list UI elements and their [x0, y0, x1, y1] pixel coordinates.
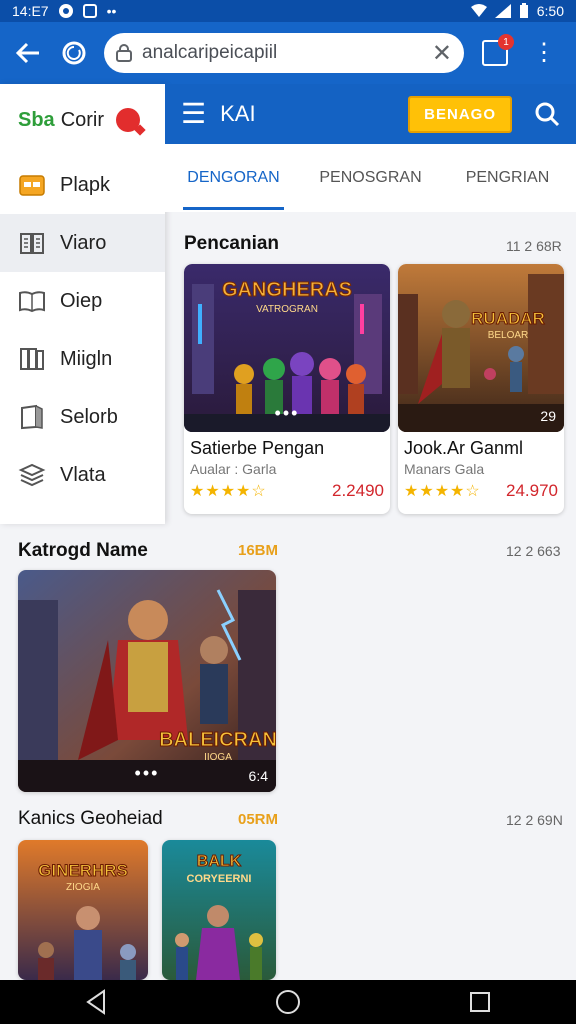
wifi-icon	[470, 4, 487, 17]
sidebar-item-label: Miigln	[60, 347, 113, 370]
thumb-subtitle: ZIOGIA	[66, 882, 100, 893]
system-nav-bar	[0, 980, 576, 1024]
card-price: 2.2490	[332, 481, 384, 500]
header-action-button[interactable]: BENAGO	[408, 95, 512, 133]
tabs-count-badge: 1	[498, 34, 514, 50]
browser-toolbar: analcaripeicapiil ✕ 1 ⋮	[0, 22, 576, 84]
stack-icon	[18, 462, 46, 488]
notification-square-icon	[82, 4, 97, 18]
home-nav-icon[interactable]	[258, 980, 318, 1024]
url-text[interactable]: analcaripeicapiil	[142, 42, 432, 64]
tab-bar: DENGORAN PENOSGRAN PENGRIAN	[165, 144, 576, 212]
search-icon[interactable]	[534, 101, 560, 127]
section-size: 16BM	[238, 542, 279, 559]
notification-dot-icon	[58, 4, 73, 18]
sidebar-item-oiep[interactable]: Oiep	[0, 272, 165, 330]
sidebar-item-vlata[interactable]: Vlata	[0, 446, 165, 504]
more-notifications-icon: ••	[106, 3, 117, 19]
thumb-subtitle: VATROGRAN	[256, 304, 318, 315]
sidebar-item-viaro[interactable]: Viaro	[0, 214, 165, 272]
sidebar-item-label: Oiep	[60, 289, 103, 312]
clear-url-icon[interactable]: ✕	[432, 39, 452, 68]
screen: 14:E7 •• 6:50 analcaripeicapiil ✕ 1 ⋮ Sb…	[0, 0, 576, 1024]
rating-stars-icon: ★★★★☆	[404, 483, 481, 500]
featured-artwork: BALEICRAN IIOGA	[18, 570, 276, 792]
lock-icon	[116, 44, 132, 62]
status-clock: 6:50	[536, 3, 564, 19]
section-meta: 12 2 69N	[506, 812, 563, 828]
thumb-subtitle: IIOGA	[204, 752, 232, 763]
game-card[interactable]: GANGHERAS VATROGRAN ••• Satierbe Pengan …	[184, 264, 390, 514]
section-title: Kanics Geoheiad	[18, 808, 163, 829]
thumb-title: GINERHRS	[38, 861, 128, 880]
sidebar-item-label: Selorb	[60, 405, 118, 428]
more-options-icon[interactable]: •••	[135, 763, 160, 784]
brand-text-left: Sba	[18, 108, 55, 131]
back-nav-icon[interactable]	[66, 980, 126, 1024]
sidebar-item-label: Viaro	[60, 231, 107, 254]
sidebar-item-label: Plapk	[60, 173, 111, 196]
duration-badge: 6:4	[248, 768, 268, 784]
thumb-subtitle: BELOAR	[488, 330, 529, 341]
section-meta: 12 2 663	[506, 543, 561, 559]
thumb-title: GANGHERAS	[222, 279, 352, 301]
recents-nav-icon[interactable]	[450, 980, 510, 1024]
status-time: 14:E7	[12, 3, 49, 19]
book-icon	[18, 346, 46, 372]
app-bar: ☰ KAI BENAGO	[165, 84, 576, 144]
featured-thumbnail[interactable]: BALEICRAN IIOGA ••• 6:4	[18, 570, 276, 792]
card-title: Jook.Ar Ganml	[404, 438, 524, 458]
hamburger-menu-icon[interactable]: ☰	[181, 100, 206, 128]
sidebar-item-plapk[interactable]: Plapk	[0, 156, 165, 214]
app-title: KAI	[220, 101, 256, 126]
book-icon	[18, 404, 46, 430]
sidebar-item-label: Vlata	[60, 463, 106, 486]
section-meta: 11 2 68R	[506, 238, 562, 254]
address-bar[interactable]: analcaripeicapiil ✕	[104, 33, 464, 73]
sidebar-item-miigln[interactable]: Miigln	[0, 330, 165, 388]
status-bar: 14:E7 •• 6:50	[0, 0, 576, 22]
game-thumbnail[interactable]: RUADAR BELOAR 29	[398, 264, 564, 432]
folder-icon	[18, 172, 46, 198]
rating-stars-icon: ★★★★☆	[190, 483, 267, 500]
back-arrow-icon[interactable]	[12, 37, 44, 69]
card-subtitle: Manars Gala	[404, 461, 485, 477]
book-open-icon	[18, 288, 46, 314]
sidebar-item-selorb[interactable]: Selorb	[0, 388, 165, 446]
thumb-title: BALEICRAN	[159, 729, 276, 751]
signal-icon	[494, 4, 511, 18]
brand-logo-icon	[116, 108, 141, 132]
thumb-title: BALK	[197, 853, 242, 870]
battery-icon	[519, 3, 528, 18]
overflow-menu-icon[interactable]: ⋮	[532, 41, 556, 65]
game-thumbnail[interactable]: BALK CORYEERNI	[162, 840, 276, 980]
thumb-subtitle: CORYEERNI	[187, 873, 252, 885]
book-icon	[18, 230, 46, 256]
game-thumbnail[interactable]: GINERHRS ZIOGIA	[18, 840, 148, 980]
more-options-icon[interactable]: •••	[275, 403, 300, 424]
tab-penosgran[interactable]: PENOSGRAN	[302, 144, 439, 212]
game-artwork: BALK CORYEERNI	[162, 840, 276, 980]
sidebar: Sba Corir Plapk Viaro Oiep Miigln Selorb…	[0, 84, 165, 524]
game-thumbnail[interactable]: GANGHERAS VATROGRAN •••	[184, 264, 390, 432]
thumb-badge: 29	[540, 408, 556, 424]
reload-icon[interactable]	[58, 37, 90, 69]
section-title: Katrogd Name	[18, 540, 148, 561]
sidebar-brand: Sba Corir	[0, 84, 165, 156]
section-size: 05RM	[238, 811, 279, 828]
game-artwork: RUADAR BELOAR	[398, 264, 564, 432]
tab-dengoran[interactable]: DENGORAN	[165, 144, 302, 212]
card-title: Satierbe Pengan	[190, 438, 325, 458]
tabs-icon[interactable]: 1	[482, 34, 514, 66]
tab-pengrian[interactable]: PENGRIAN	[439, 144, 576, 212]
brand-text-right: Corir	[60, 108, 105, 131]
game-card[interactable]: RUADAR BELOAR 29 Jook.Ar Ganml Manars Ga…	[398, 264, 564, 514]
game-artwork: GINERHRS ZIOGIA	[18, 840, 148, 980]
card-price: 24.970	[506, 481, 558, 500]
section-title: Pencanian	[184, 233, 280, 254]
thumb-title: RUADAR	[471, 309, 545, 328]
card-subtitle: Aualar : Garla	[190, 461, 277, 477]
